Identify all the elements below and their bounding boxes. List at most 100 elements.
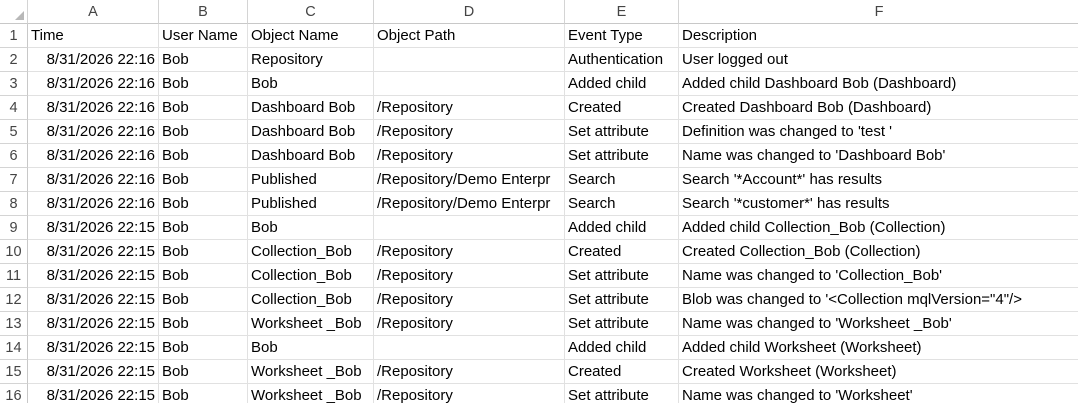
cell-a7[interactable]: 8/31/2026 22:16 [28,168,159,192]
cell-c15[interactable]: Worksheet _Bob [248,360,374,384]
cell-b16[interactable]: Bob [159,384,248,403]
cell-f5[interactable]: Definition was changed to 'test ' [679,120,1078,144]
cell-b1[interactable]: User Name [159,24,248,48]
cell-a3[interactable]: 8/31/2026 22:16 [28,72,159,96]
cell-b12[interactable]: Bob [159,288,248,312]
cell-d16[interactable]: /Repository [374,384,565,403]
cell-b6[interactable]: Bob [159,144,248,168]
cell-c16[interactable]: Worksheet _Bob [248,384,374,403]
cell-f4[interactable]: Created Dashboard Bob (Dashboard) [679,96,1078,120]
cell-d13[interactable]: /Repository [374,312,565,336]
cell-a10[interactable]: 8/31/2026 22:15 [28,240,159,264]
cell-e10[interactable]: Created [565,240,679,264]
cell-a8[interactable]: 8/31/2026 22:16 [28,192,159,216]
row-header-3[interactable]: 3 [0,72,28,96]
row-header-4[interactable]: 4 [0,96,28,120]
cell-e6[interactable]: Set attribute [565,144,679,168]
cell-e2[interactable]: Authentication [565,48,679,72]
cell-f3[interactable]: Added child Dashboard Bob (Dashboard) [679,72,1078,96]
row-header-5[interactable]: 5 [0,120,28,144]
select-all-corner[interactable] [0,0,28,24]
cell-e7[interactable]: Search [565,168,679,192]
cell-e8[interactable]: Search [565,192,679,216]
cell-d1[interactable]: Object Path [374,24,565,48]
cell-c13[interactable]: Worksheet _Bob [248,312,374,336]
column-header-f[interactable]: F [679,0,1078,24]
column-header-e[interactable]: E [565,0,679,24]
cell-a4[interactable]: 8/31/2026 22:16 [28,96,159,120]
row-header-10[interactable]: 10 [0,240,28,264]
cell-b5[interactable]: Bob [159,120,248,144]
cell-a12[interactable]: 8/31/2026 22:15 [28,288,159,312]
column-header-d[interactable]: D [374,0,565,24]
cell-f12[interactable]: Blob was changed to '<Collection mqlVers… [679,288,1078,312]
row-header-7[interactable]: 7 [0,168,28,192]
cell-d2[interactable] [374,48,565,72]
cell-e16[interactable]: Set attribute [565,384,679,403]
row-header-13[interactable]: 13 [0,312,28,336]
cell-a13[interactable]: 8/31/2026 22:15 [28,312,159,336]
cell-b10[interactable]: Bob [159,240,248,264]
cell-d4[interactable]: /Repository [374,96,565,120]
cell-d10[interactable]: /Repository [374,240,565,264]
cell-b3[interactable]: Bob [159,72,248,96]
cell-f11[interactable]: Name was changed to 'Collection_Bob' [679,264,1078,288]
cell-b9[interactable]: Bob [159,216,248,240]
cell-c2[interactable]: Repository [248,48,374,72]
cell-e5[interactable]: Set attribute [565,120,679,144]
cell-d15[interactable]: /Repository [374,360,565,384]
cell-d14[interactable] [374,336,565,360]
row-header-9[interactable]: 9 [0,216,28,240]
cell-b7[interactable]: Bob [159,168,248,192]
cell-a6[interactable]: 8/31/2026 22:16 [28,144,159,168]
row-header-11[interactable]: 11 [0,264,28,288]
cell-a11[interactable]: 8/31/2026 22:15 [28,264,159,288]
row-header-8[interactable]: 8 [0,192,28,216]
cell-a9[interactable]: 8/31/2026 22:15 [28,216,159,240]
cell-d5[interactable]: /Repository [374,120,565,144]
cell-f16[interactable]: Name was changed to 'Worksheet' [679,384,1078,403]
cell-b13[interactable]: Bob [159,312,248,336]
cell-c4[interactable]: Dashboard Bob [248,96,374,120]
cell-b15[interactable]: Bob [159,360,248,384]
cell-e3[interactable]: Added child [565,72,679,96]
cell-d11[interactable]: /Repository [374,264,565,288]
cell-c8[interactable]: Published [248,192,374,216]
cell-c7[interactable]: Published [248,168,374,192]
cell-f7[interactable]: Search '*Account*' has results [679,168,1078,192]
cell-b2[interactable]: Bob [159,48,248,72]
cell-d7[interactable]: /Repository/Demo Enterpr [374,168,565,192]
cell-d9[interactable] [374,216,565,240]
cell-a2[interactable]: 8/31/2026 22:16 [28,48,159,72]
cell-f9[interactable]: Added child Collection_Bob (Collection) [679,216,1078,240]
cell-f13[interactable]: Name was changed to 'Worksheet _Bob' [679,312,1078,336]
cell-a16[interactable]: 8/31/2026 22:15 [28,384,159,403]
row-header-2[interactable]: 2 [0,48,28,72]
row-header-12[interactable]: 12 [0,288,28,312]
column-header-c[interactable]: C [248,0,374,24]
cell-a15[interactable]: 8/31/2026 22:15 [28,360,159,384]
row-header-14[interactable]: 14 [0,336,28,360]
column-header-a[interactable]: A [28,0,159,24]
cell-e9[interactable]: Added child [565,216,679,240]
cell-c10[interactable]: Collection_Bob [248,240,374,264]
cell-c12[interactable]: Collection_Bob [248,288,374,312]
cell-e11[interactable]: Set attribute [565,264,679,288]
cell-f2[interactable]: User logged out [679,48,1078,72]
column-header-b[interactable]: B [159,0,248,24]
cell-a14[interactable]: 8/31/2026 22:15 [28,336,159,360]
cell-a5[interactable]: 8/31/2026 22:16 [28,120,159,144]
cell-c3[interactable]: Bob [248,72,374,96]
cell-e15[interactable]: Created [565,360,679,384]
row-header-15[interactable]: 15 [0,360,28,384]
cell-f1[interactable]: Description [679,24,1078,48]
cell-d12[interactable]: /Repository [374,288,565,312]
cell-d8[interactable]: /Repository/Demo Enterpr [374,192,565,216]
cell-b14[interactable]: Bob [159,336,248,360]
cell-f8[interactable]: Search '*customer*' has results [679,192,1078,216]
cell-e1[interactable]: Event Type [565,24,679,48]
cell-c11[interactable]: Collection_Bob [248,264,374,288]
cell-f15[interactable]: Created Worksheet (Worksheet) [679,360,1078,384]
cell-f14[interactable]: Added child Worksheet (Worksheet) [679,336,1078,360]
cell-c1[interactable]: Object Name [248,24,374,48]
